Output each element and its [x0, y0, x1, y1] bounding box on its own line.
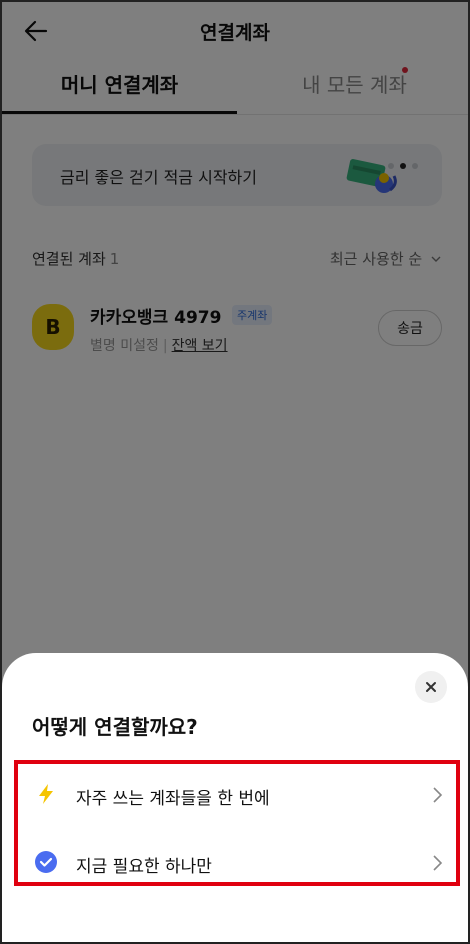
check-circle-icon	[35, 851, 57, 873]
option-link-single-account[interactable]: 지금 필요한 하나만	[18, 836, 456, 892]
bottom-sheet: 어떻게 연결할까요? 자주 쓰는 계좌들을 한 번에 지금 필요한 하나만	[2, 653, 468, 942]
chevron-right-icon	[433, 855, 443, 871]
option-label: 자주 쓰는 계좌들을 한 번에	[76, 789, 270, 809]
sheet-title: 어떻게 연결할까요?	[32, 715, 198, 739]
app-screen: 연결계좌 머니 연결계좌 내 모든 계좌 금리 좋은 걷기 적금 시작하기 연결…	[0, 0, 470, 944]
option-label: 지금 필요한 하나만	[76, 857, 212, 877]
highlighted-options-box: 자주 쓰는 계좌들을 한 번에 지금 필요한 하나만	[14, 760, 460, 886]
lightning-icon	[39, 784, 53, 804]
close-button[interactable]	[415, 671, 447, 703]
close-icon	[426, 682, 436, 692]
chevron-right-icon	[433, 787, 443, 803]
option-link-frequent-accounts[interactable]: 자주 쓰는 계좌들을 한 번에	[18, 768, 456, 824]
